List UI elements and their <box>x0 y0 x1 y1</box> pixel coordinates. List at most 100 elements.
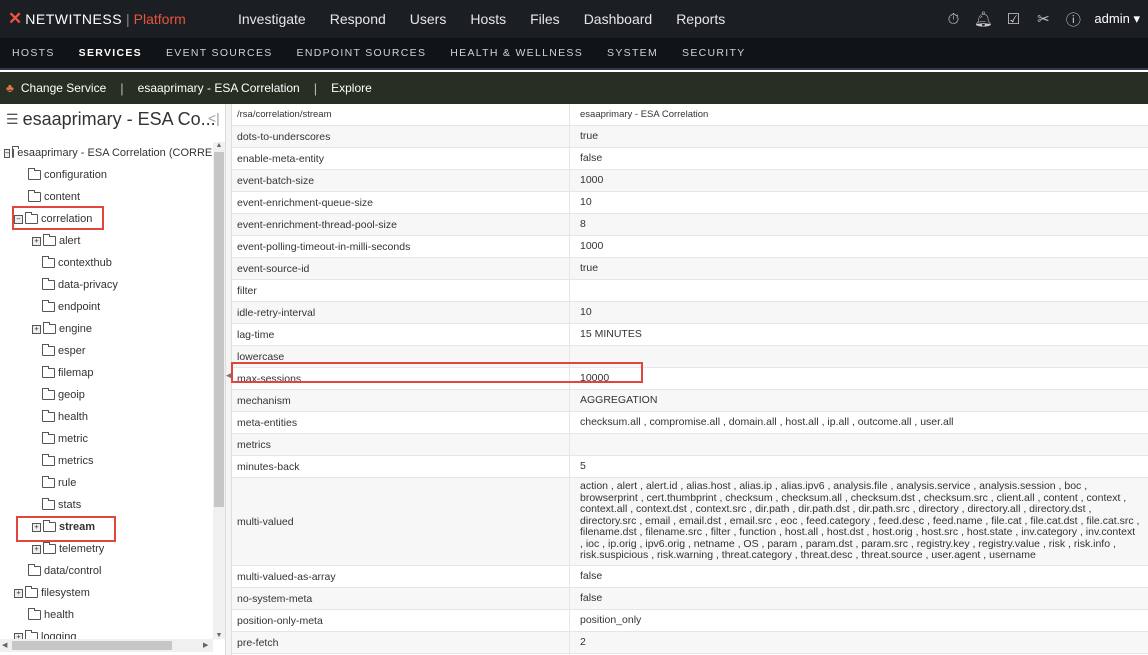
property-row[interactable]: max-sessions 10000 <box>232 368 1148 390</box>
property-row[interactable]: event-batch-size 1000 <box>232 170 1148 192</box>
scroll-up-icon[interactable]: ▲ <box>214 142 224 149</box>
scroll-right-icon[interactable]: ▶ <box>203 639 208 652</box>
property-row[interactable]: pre-fetch 2 <box>232 632 1148 654</box>
property-value[interactable]: position_only <box>570 610 1148 631</box>
property-value[interactable] <box>570 280 1148 301</box>
subnav-event-sources[interactable]: EVENT SOURCES <box>154 38 285 68</box>
property-row[interactable]: no-system-meta false <box>232 588 1148 610</box>
tree-item-rule[interactable]: rule <box>0 472 214 494</box>
property-row[interactable]: minutes-back 5 <box>232 456 1148 478</box>
tree-item-filesystem[interactable]: + filesystem <box>0 582 214 604</box>
property-value[interactable] <box>570 346 1148 367</box>
property-row[interactable]: idle-retry-interval 10 <box>232 302 1148 324</box>
collapse-node-icon[interactable]: − <box>14 214 23 224</box>
property-value[interactable]: action , alert , alert.id , alias.host ,… <box>570 478 1148 565</box>
property-value[interactable]: true <box>570 126 1148 147</box>
scroll-left-icon[interactable]: ◀ <box>2 639 7 652</box>
property-row[interactable]: event-enrichment-thread-pool-size 8 <box>232 214 1148 236</box>
property-value[interactable]: checksum.all , compromise.all , domain.a… <box>570 412 1148 433</box>
property-value[interactable]: AGGREGATION <box>570 390 1148 411</box>
subnav-system[interactable]: SYSTEM <box>595 38 670 68</box>
tree-item-stats[interactable]: stats <box>0 494 214 516</box>
tree-item-endpoint[interactable]: endpoint <box>0 296 214 318</box>
property-row[interactable]: mechanism AGGREGATION <box>232 390 1148 412</box>
property-value[interactable]: 8 <box>570 214 1148 235</box>
tree-item-esaaprimary[interactable]: − esaaprimary - ESA Correlation (CORREL..… <box>0 142 225 164</box>
property-row[interactable]: event-source-id true <box>232 258 1148 280</box>
tree-item-filemap[interactable]: filemap <box>0 362 214 384</box>
tree-item-metrics[interactable]: metrics <box>0 450 214 472</box>
explore-view-label[interactable]: Explore <box>327 81 376 95</box>
collapse-node-icon[interactable]: − <box>4 148 11 158</box>
scroll-thumb[interactable] <box>214 152 224 507</box>
nav-respond[interactable]: Respond <box>318 0 398 38</box>
property-value[interactable]: false <box>570 148 1148 169</box>
property-value[interactable]: 15 MINUTES <box>570 324 1148 345</box>
property-value[interactable]: 1000 <box>570 170 1148 191</box>
property-row[interactable]: meta-entities checksum.all , compromise.a… <box>232 412 1148 434</box>
property-value[interactable]: 10000 <box>570 368 1148 389</box>
nav-files[interactable]: Files <box>518 0 572 38</box>
tree-vertical-scrollbar[interactable]: ▲ ▼ <box>213 142 225 639</box>
tree-item-configuration[interactable]: configuration <box>0 164 214 186</box>
nav-investigate[interactable]: Investigate <box>226 0 318 38</box>
property-row[interactable]: metrics <box>232 434 1148 456</box>
stopwatch-icon[interactable]: ⏱ <box>938 11 968 28</box>
property-value[interactable]: esaaprimary - ESA Correlation <box>570 104 1148 125</box>
property-value[interactable] <box>570 434 1148 455</box>
tree-item-content[interactable]: content <box>0 186 214 208</box>
nav-dashboard[interactable]: Dashboard <box>572 0 665 38</box>
subnav-health-wellness[interactable]: HEALTH & WELLNESS <box>438 38 595 68</box>
grid-header-row[interactable]: /rsa/correlation/stream esaaprimary - ESA… <box>232 104 1148 126</box>
property-row[interactable]: dots-to-underscores true <box>232 126 1148 148</box>
property-row[interactable]: filter <box>232 280 1148 302</box>
expand-node-icon[interactable]: + <box>14 588 23 598</box>
property-row[interactable]: position-only-meta position_only <box>232 610 1148 632</box>
property-value[interactable]: 10 <box>570 302 1148 323</box>
property-row[interactable]: multi-valued action , alert , alert.id , … <box>232 478 1148 566</box>
property-row[interactable]: event-enrichment-queue-size 10 <box>232 192 1148 214</box>
property-row[interactable]: enable-meta-entity false <box>232 148 1148 170</box>
tree-item-contexthub[interactable]: contexthub <box>0 252 214 274</box>
expand-node-icon[interactable]: + <box>32 522 41 532</box>
property-value[interactable]: false <box>570 566 1148 587</box>
netwitness-logo[interactable]: ✕ NETWITNESS | Platform <box>0 0 226 38</box>
property-row[interactable]: event-polling-timeout-in-milli-seconds 10… <box>232 236 1148 258</box>
tree-horizontal-scrollbar[interactable]: ◀ ▶ <box>0 639 213 652</box>
tree-item-health[interactable]: health <box>0 604 214 626</box>
property-value[interactable]: true <box>570 258 1148 279</box>
tree-item-health[interactable]: health <box>0 406 214 428</box>
tree-item-stream[interactable]: + stream <box>0 516 214 538</box>
property-value[interactable]: 1000 <box>570 236 1148 257</box>
scroll-down-icon[interactable]: ▼ <box>214 632 224 639</box>
subnav-hosts[interactable]: HOSTS <box>0 38 67 68</box>
property-value[interactable]: 10 <box>570 192 1148 213</box>
help-icon[interactable]: ⓘ <box>1058 9 1088 30</box>
expand-node-icon[interactable]: + <box>32 324 41 334</box>
tree-item-esper[interactable]: esper <box>0 340 214 362</box>
tree-item-engine[interactable]: + engine <box>0 318 214 340</box>
tree-item-geoip[interactable]: geoip <box>0 384 214 406</box>
property-row[interactable]: multi-valued-as-array false <box>232 566 1148 588</box>
property-row[interactable]: lag-time 15 MINUTES <box>232 324 1148 346</box>
bell-icon[interactable]: 🔔︎ <box>968 10 998 28</box>
expand-node-icon[interactable]: + <box>32 544 41 554</box>
user-menu[interactable]: admin ▾ <box>1094 11 1140 27</box>
tree-item-alert[interactable]: + alert <box>0 230 214 252</box>
property-value[interactable]: false <box>570 588 1148 609</box>
subnav-services[interactable]: SERVICES <box>67 38 154 68</box>
tools-icon[interactable]: ✂ <box>1028 10 1058 28</box>
checklist-icon[interactable]: ☑ <box>998 10 1028 28</box>
nav-hosts[interactable]: Hosts <box>458 0 518 38</box>
tree-item-metric[interactable]: metric <box>0 428 214 450</box>
property-value[interactable]: 2 <box>570 632 1148 653</box>
nav-reports[interactable]: Reports <box>664 0 737 38</box>
property-value[interactable]: 5 <box>570 456 1148 477</box>
subnav-security[interactable]: SECURITY <box>670 38 758 68</box>
expand-node-icon[interactable]: + <box>32 236 41 246</box>
nav-users[interactable]: Users <box>398 0 459 38</box>
tree-item-data-control[interactable]: data/control <box>0 560 214 582</box>
subnav-endpoint-sources[interactable]: ENDPOINT SOURCES <box>285 38 439 68</box>
change-service-icon[interactable]: ♣ <box>6 81 14 95</box>
tree-item-telemetry[interactable]: + telemetry <box>0 538 214 560</box>
